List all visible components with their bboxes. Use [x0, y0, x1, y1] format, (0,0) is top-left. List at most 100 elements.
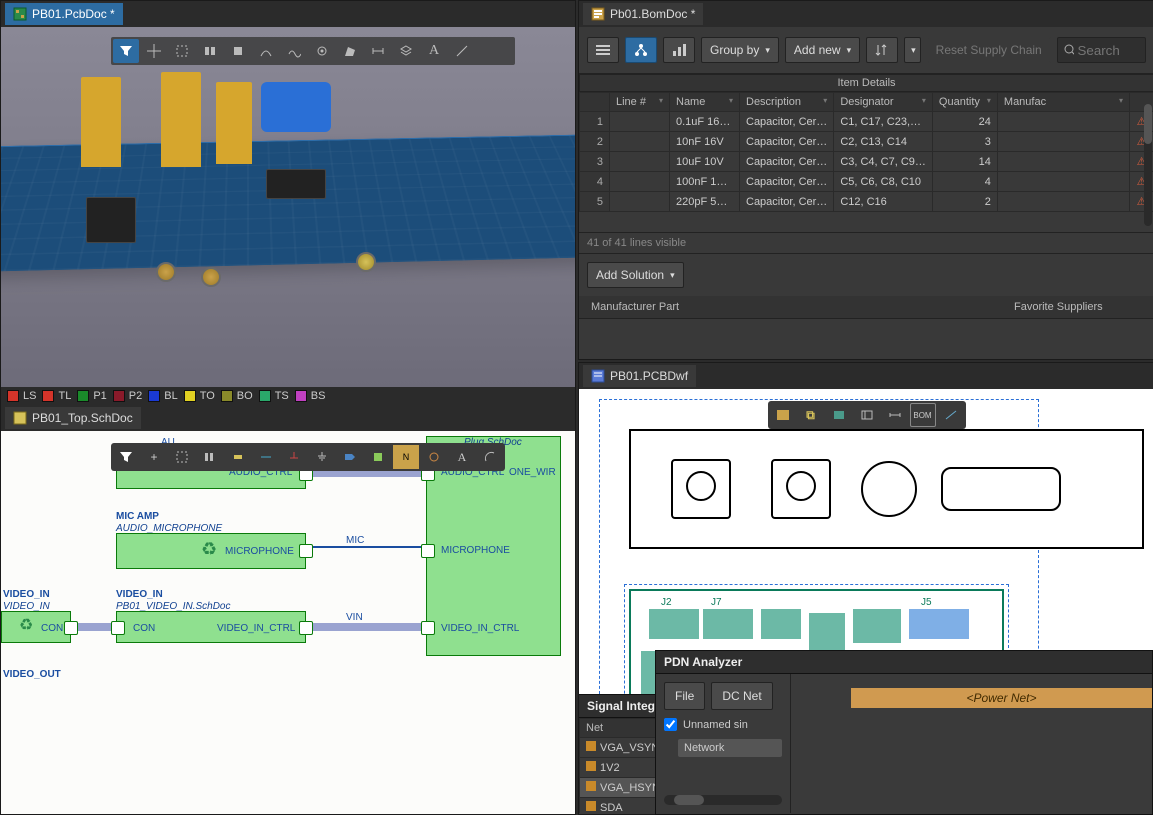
component-icon[interactable]	[225, 39, 251, 63]
add-solution-button[interactable]: Add Solution	[587, 262, 684, 288]
diff-pair-icon[interactable]	[281, 39, 307, 63]
bom-tab-bar: Pb01.BomDoc *	[579, 1, 1153, 27]
pdn-dcnet-button[interactable]: DC Net	[711, 682, 772, 710]
table-row[interactable]: 210nF 16VCapacitor, Cer…C2, C13, C143⚠	[580, 132, 1153, 152]
layer-tab-ls[interactable]: LS	[7, 390, 36, 402]
sort-options-button[interactable]	[904, 37, 921, 63]
gnd-icon[interactable]	[309, 445, 335, 469]
list-view-button[interactable]	[587, 37, 619, 63]
harness	[78, 623, 111, 631]
table-row[interactable]: 10.1uF 16…Capacitor, Cer…C1, C17, C23,…2…	[580, 112, 1153, 132]
board-icon[interactable]	[770, 403, 796, 427]
chart-view-button[interactable]	[663, 37, 695, 63]
table-row[interactable]: 5220pF 5…Capacitor, Cer…C12, C162⚠	[580, 192, 1153, 212]
pcb-tab[interactable]: PB01.PcbDoc *	[5, 3, 123, 25]
part-icon[interactable]	[225, 445, 251, 469]
sheet-port[interactable]	[299, 621, 313, 635]
pcb-3d-panel: PB01.PcbDoc * A	[0, 0, 576, 815]
arc-icon[interactable]	[477, 445, 503, 469]
sch-tab[interactable]: PB01_Top.SchDoc	[5, 407, 141, 429]
refdes-label: J2	[661, 597, 672, 608]
pcb-3d-view[interactable]: A	[1, 27, 575, 387]
bom-search[interactable]	[1057, 37, 1146, 63]
layer-icon[interactable]: ⧉	[798, 403, 824, 427]
layer-tabs: LS TL P1 P2 BL TO BO TS BS	[1, 387, 575, 405]
group-by-button[interactable]: Group by	[701, 37, 779, 63]
draft-tab[interactable]: PB01.PCBDwf	[583, 365, 696, 387]
power-icon[interactable]	[281, 445, 307, 469]
align-icon[interactable]	[197, 39, 223, 63]
pcb-doc-icon	[13, 7, 27, 21]
layer-tab-to[interactable]: TO	[184, 390, 215, 402]
connector-3d	[161, 72, 201, 167]
layer-tab-tl[interactable]: TL	[42, 390, 71, 402]
hole-3d	[201, 267, 221, 287]
layer-tab-bs[interactable]: BS	[295, 390, 326, 402]
tree-view-button[interactable]	[625, 37, 657, 63]
assy-icon[interactable]	[826, 403, 852, 427]
crosshair-icon[interactable]	[141, 39, 167, 63]
add-new-button[interactable]: Add new	[785, 37, 860, 63]
layer-tab-bl[interactable]: BL	[148, 390, 177, 402]
sort-button[interactable]	[866, 37, 898, 63]
schematic-view[interactable]: + N A AU AUDIO_CTRL Plug.SchDoc	[1, 431, 575, 814]
filter-icon[interactable]	[113, 445, 139, 469]
wire-icon[interactable]	[253, 445, 279, 469]
sheet-port[interactable]	[421, 621, 435, 635]
solution-panel: Add Solution	[579, 253, 1153, 296]
line-icon[interactable]	[449, 39, 475, 63]
sch-tab-bar: PB01_Top.SchDoc	[1, 405, 575, 431]
layer-tab-p2[interactable]: P2	[113, 390, 142, 402]
text-icon[interactable]: A	[449, 445, 475, 469]
pdn-power-net-bar[interactable]: <Power Net>	[851, 688, 1152, 708]
port-icon[interactable]	[337, 445, 363, 469]
layer-tab-bo[interactable]: BO	[221, 390, 253, 402]
sheet-port[interactable]	[421, 544, 435, 558]
pdn-network-item[interactable]: Network	[678, 739, 782, 757]
pdn-graph[interactable]: <Power Net>	[791, 674, 1152, 813]
filter-icon[interactable]	[113, 39, 139, 63]
layer-tab-ts[interactable]: TS	[259, 390, 289, 402]
dim-icon[interactable]	[882, 403, 908, 427]
table-row[interactable]: 310uF 10VCapacitor, Cer…C3, C4, C7, C9…1…	[580, 152, 1153, 172]
drill-icon[interactable]	[854, 403, 880, 427]
board-fab-view[interactable]	[629, 429, 1144, 549]
netlabel-icon[interactable]: N	[393, 445, 419, 469]
bom-scrollbar[interactable]	[1144, 104, 1152, 226]
sheet-port[interactable]	[111, 621, 125, 635]
sheet-port[interactable]	[299, 544, 313, 558]
select-rect-icon[interactable]	[169, 445, 195, 469]
bom-tab[interactable]: Pb01.BomDoc *	[583, 3, 703, 25]
bom-doc-icon	[591, 7, 605, 21]
bom-table-icon[interactable]: BOM	[910, 403, 936, 427]
connector-3d-blue	[261, 82, 331, 132]
sheet-port[interactable]	[64, 621, 78, 635]
draft-tab-label: PB01.PCBDwf	[610, 369, 688, 383]
reset-supply-chain-button[interactable]: Reset Supply Chain	[927, 37, 1051, 63]
draft-doc-icon	[591, 369, 605, 383]
line-icon[interactable]	[938, 403, 964, 427]
search-icon	[1064, 44, 1074, 56]
via-icon[interactable]	[309, 39, 335, 63]
pdn-file-button[interactable]: File	[664, 682, 705, 710]
layer-tab-p1[interactable]: P1	[77, 390, 106, 402]
route-icon[interactable]	[253, 39, 279, 63]
refdes-label: J7	[711, 597, 722, 608]
crosshair-icon[interactable]: +	[141, 445, 167, 469]
dimension-icon[interactable]	[365, 39, 391, 63]
select-rect-icon[interactable]	[169, 39, 195, 63]
draft-tab-bar: PB01.PCBDwf	[579, 363, 1153, 389]
probe-icon[interactable]	[421, 445, 447, 469]
table-row[interactable]: 4100nF 1…Capacitor, Cer…C5, C6, C8, C104…	[580, 172, 1153, 192]
bom-table[interactable]: Item Details Line #▾ Name▾ Description▾ …	[579, 74, 1153, 232]
align-icon[interactable]	[197, 445, 223, 469]
polygon-icon[interactable]	[337, 39, 363, 63]
bom-panel: Pb01.BomDoc * Group by Add new Reset Sup…	[578, 0, 1153, 360]
pdn-h-scroll[interactable]	[664, 795, 782, 805]
bom-search-input[interactable]	[1078, 43, 1139, 58]
layers-icon[interactable]	[393, 39, 419, 63]
sheet-icon[interactable]	[365, 445, 391, 469]
text-icon[interactable]: A	[421, 39, 447, 63]
pdn-unnamed-checkbox[interactable]: Unnamed sin	[664, 718, 782, 731]
recycle-icon: ♻	[19, 615, 33, 635]
